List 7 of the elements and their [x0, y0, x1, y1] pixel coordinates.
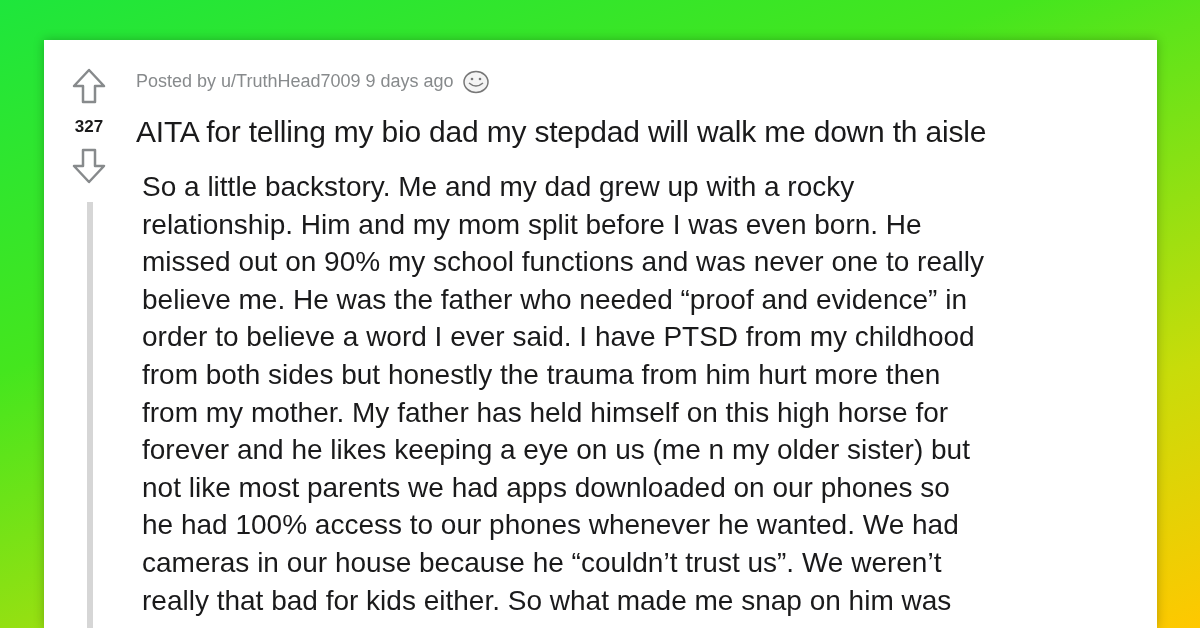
post-body: So a little backstory. Me and my dad grew up with a rocky relationship. Him and my mom split before I was even born. He missed out on 90% my school functions and was never one to really believe me. He was the father who needed “proof and evidence” in order to believe a word I ever said. I have PTSD from my childhood from both sides but honestly the trauma from him hurt more then from my mother. My father has held himself on this high horse for forever and he likes keeping a eye on us (me n my older sister) but not like most parents we had apps downloaded on our phones so he had 100% access to our phones whenever he wanted. We had cameras in our house because he “couldn’t trust us”. We weren’t really that bad for kids either. So what made me snap on him was	[142, 170, 985, 618]
vote-count: 327	[74, 116, 104, 138]
upvote-icon[interactable]	[72, 68, 106, 104]
post-meta: Posted by u/TruthHead7009 9 days ago	[136, 70, 454, 93]
flair-icon	[461, 69, 490, 94]
post-title[interactable]: AITA for telling my bio dad my stepdad will walk me down th aisle	[136, 109, 1157, 154]
downvote-icon[interactable]	[72, 147, 106, 184]
